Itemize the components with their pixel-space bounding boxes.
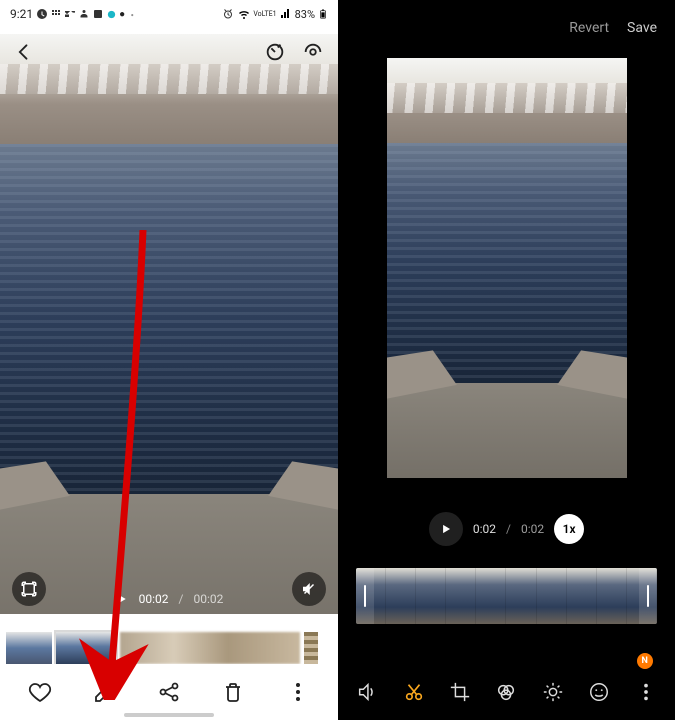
speed-button[interactable]: 1x — [554, 514, 584, 544]
favorite-button[interactable] — [28, 680, 52, 704]
battery-percent: 83% — [295, 8, 315, 21]
status-bar: 9:21 ● ・ VoLTE1 83% — [0, 0, 338, 28]
bottom-action-bar — [0, 664, 338, 720]
status-time: 9:21 — [10, 7, 33, 21]
crop-button[interactable] — [449, 681, 471, 703]
wifi-icon — [238, 8, 250, 20]
playback-time: 00:02 / 00:02 — [115, 592, 224, 606]
capture-frame-button[interactable] — [12, 572, 46, 606]
lte-label: VoLTE1 — [253, 11, 276, 18]
gallery-viewer-screen: 9:21 ● ・ VoLTE1 83% — [0, 0, 338, 720]
duration: 00:02 — [193, 592, 223, 606]
thumbnail-strip[interactable] — [0, 630, 338, 666]
trim-handle-right[interactable] — [639, 568, 657, 624]
save-button[interactable]: Save — [627, 20, 657, 36]
trim-handle-left[interactable] — [356, 568, 374, 624]
editor-header: Revert Save — [338, 0, 675, 56]
filters-button[interactable] — [495, 681, 517, 703]
adjust-button[interactable] — [542, 681, 564, 703]
video-editor-screen: Revert Save 0:02 / 0:02 1x — [338, 0, 675, 720]
more-button[interactable] — [286, 680, 310, 704]
duration: 0:02 — [521, 522, 544, 536]
nav-handle[interactable] — [124, 713, 214, 717]
thumbnail-current[interactable] — [56, 632, 116, 664]
more-tools-button[interactable]: N — [635, 681, 657, 703]
badge: N — [637, 653, 653, 669]
revert-button[interactable]: Revert — [569, 20, 609, 36]
trim-timeline[interactable] — [356, 568, 657, 624]
delete-button[interactable] — [221, 680, 245, 704]
current-time: 0:02 — [473, 522, 496, 536]
bixby-vision-icon[interactable] — [264, 41, 286, 63]
back-button[interactable] — [14, 42, 34, 62]
editor-toolbar: N — [338, 664, 675, 720]
signal-icon — [280, 8, 292, 20]
smart-view-icon[interactable] — [302, 41, 324, 63]
status-notification-icons: ● ・ — [36, 7, 137, 22]
video-preview[interactable] — [0, 34, 338, 614]
play-icon[interactable] — [115, 592, 129, 606]
editor-preview[interactable] — [387, 58, 627, 478]
top-bar — [0, 28, 338, 76]
stickers-button[interactable] — [588, 681, 610, 703]
battery-icon — [318, 7, 328, 21]
alarm-icon — [221, 8, 235, 20]
trim-button[interactable] — [403, 681, 425, 703]
editor-playback-controls: 0:02 / 0:02 1x — [338, 512, 675, 546]
current-time: 00:02 — [139, 592, 169, 606]
thumbnail[interactable] — [6, 632, 52, 664]
audio-button[interactable] — [356, 681, 378, 703]
play-button[interactable] — [429, 512, 463, 546]
mute-button[interactable] — [292, 572, 326, 606]
edit-button[interactable] — [93, 680, 117, 704]
thumbnail[interactable] — [304, 632, 318, 664]
thumbnail[interactable] — [120, 632, 300, 664]
share-button[interactable] — [157, 680, 181, 704]
